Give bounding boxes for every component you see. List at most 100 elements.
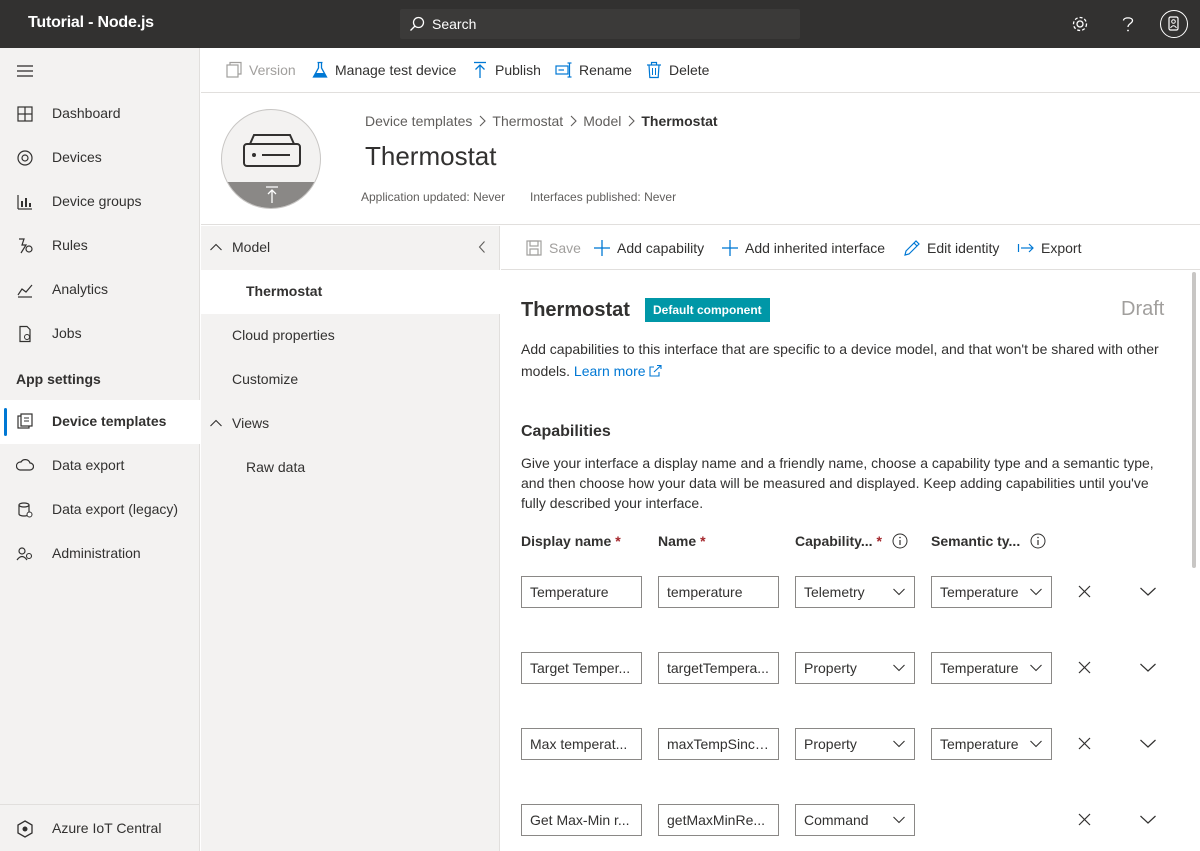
left-nav: Dashboard Devices Device groups Rules An… <box>0 48 200 851</box>
nav-item-device-templates[interactable]: Device templates <box>0 400 200 444</box>
trash-icon <box>645 61 663 79</box>
name-field[interactable]: temperature <box>658 576 779 608</box>
delete-button[interactable]: Delete <box>645 61 709 79</box>
rules-icon <box>16 237 34 255</box>
required-mark: * <box>615 533 621 549</box>
upload-image-bar[interactable] <box>222 182 320 208</box>
app-title[interactable]: Tutorial - Node.js <box>28 14 154 32</box>
content-scrollbar[interactable] <box>1192 272 1196 568</box>
info-icon[interactable] <box>1030 533 1046 549</box>
search-box[interactable]: Search <box>400 9 800 39</box>
semantic-type-dropdown[interactable]: Temperature <box>931 652 1052 684</box>
breadcrumb-item[interactable]: Thermostat <box>492 113 563 129</box>
learn-more-link[interactable]: Learn more <box>574 363 662 379</box>
save-button[interactable]: Save <box>525 239 581 257</box>
rename-button[interactable]: Rename <box>555 61 632 79</box>
administration-icon <box>16 545 34 563</box>
display-name-field[interactable]: Max temperat... <box>521 728 642 760</box>
hamburger-menu-icon[interactable] <box>16 64 34 78</box>
plus-icon <box>593 239 611 257</box>
nav-item-dashboard[interactable]: Dashboard <box>0 92 200 136</box>
version-label: Version <box>249 62 296 78</box>
nav-item-data-export[interactable]: Data export <box>0 444 200 488</box>
delete-capability-icon[interactable] <box>1077 736 1092 751</box>
name-field[interactable]: targetTempera... <box>658 652 779 684</box>
manage-test-device-button[interactable]: Manage test device <box>311 61 456 79</box>
display-name-field[interactable]: Target Temper... <box>521 652 642 684</box>
nav-footer[interactable]: Azure IoT Central <box>0 804 200 851</box>
help-icon[interactable] <box>1116 12 1140 36</box>
delete-capability-icon[interactable] <box>1077 812 1092 827</box>
display-name-field[interactable]: Get Max-Min r... <box>521 804 642 836</box>
nav-item-device-groups[interactable]: Device groups <box>0 180 200 224</box>
publish-button[interactable]: Publish <box>471 61 541 79</box>
edit-identity-button[interactable]: Edit identity <box>903 239 999 257</box>
chevron-up-icon[interactable] <box>209 242 223 252</box>
user-avatar-icon[interactable] <box>1160 10 1188 38</box>
export-button[interactable]: Export <box>1017 239 1081 257</box>
name-field[interactable]: maxTempSince... <box>658 728 779 760</box>
nav-item-rules[interactable]: Rules <box>0 224 200 268</box>
nav-item-devices[interactable]: Devices <box>0 136 200 180</box>
status-badge: Draft <box>1121 298 1165 320</box>
nav-label: Devices <box>52 149 102 165</box>
expand-row-chevron-icon[interactable] <box>1139 738 1157 749</box>
version-button[interactable]: Version <box>225 61 296 79</box>
breadcrumb-item[interactable]: Model <box>583 113 621 129</box>
expand-row-chevron-icon[interactable] <box>1139 814 1157 825</box>
tree-item-customize[interactable]: Customize <box>201 358 500 402</box>
chevron-down-icon <box>1029 739 1043 749</box>
tree-item-raw-data[interactable]: Raw data <box>201 446 500 490</box>
breadcrumb-item[interactable]: Device templates <box>365 113 472 129</box>
semantic-type-dropdown[interactable]: Temperature <box>931 576 1052 608</box>
iot-central-logo-icon <box>16 820 34 838</box>
chevron-down-icon <box>1029 663 1043 673</box>
semantic-type-dropdown[interactable]: Temperature <box>931 728 1052 760</box>
add-inherited-interface-button[interactable]: Add inherited interface <box>721 239 885 257</box>
tree-item-thermostat[interactable]: Thermostat <box>201 270 500 314</box>
info-icon[interactable] <box>892 533 908 549</box>
nav-label: Device templates <box>52 413 167 429</box>
breadcrumb-current: Thermostat <box>641 113 718 129</box>
settings-icon[interactable] <box>1068 12 1092 36</box>
capability-type-dropdown[interactable]: Command <box>795 804 915 836</box>
nav-label: Rules <box>52 237 88 253</box>
nav-item-analytics[interactable]: Analytics <box>0 268 200 312</box>
data-export-legacy-icon <box>16 501 34 519</box>
nav-item-jobs[interactable]: Jobs <box>0 312 200 356</box>
nav-label: Dashboard <box>52 105 121 121</box>
tree-item-cloud-properties[interactable]: Cloud properties <box>201 314 500 358</box>
device-template-image[interactable] <box>221 109 321 209</box>
expand-row-chevron-icon[interactable] <box>1139 586 1157 597</box>
dropdown-value: Temperature <box>940 736 1019 752</box>
capability-type-dropdown[interactable]: Property <box>795 652 915 684</box>
version-icon <box>225 61 243 79</box>
nav-item-administration[interactable]: Administration <box>0 532 200 576</box>
nav-item-data-export-legacy[interactable]: Data export (legacy) <box>0 488 200 532</box>
tree-item-model[interactable]: Model <box>201 226 500 270</box>
page-title: Thermostat <box>365 141 497 171</box>
name-field[interactable]: getMaxMinRe... <box>658 804 779 836</box>
column-label: Name <box>658 533 697 549</box>
required-mark: * <box>700 533 706 549</box>
tree-item-views[interactable]: Views <box>201 402 500 446</box>
expand-row-chevron-icon[interactable] <box>1139 662 1157 673</box>
editor-toolbar: Save Add capability Add inherited interf… <box>501 226 1200 270</box>
capabilities-heading: Capabilities <box>521 423 611 440</box>
nav-label: Administration <box>52 545 141 561</box>
tree-label: Cloud properties <box>232 327 335 343</box>
delete-capability-icon[interactable] <box>1077 660 1092 675</box>
delete-capability-icon[interactable] <box>1077 584 1092 599</box>
capability-type-dropdown[interactable]: Telemetry <box>795 576 915 608</box>
chevron-down-icon <box>892 587 906 597</box>
add-capability-button[interactable]: Add capability <box>593 239 704 257</box>
chevron-down-icon <box>1029 587 1043 597</box>
chevron-up-icon[interactable] <box>209 418 223 428</box>
interfaces-published-status: Interfaces published: Never <box>530 190 677 204</box>
display-name-field[interactable]: Temperature <box>521 576 642 608</box>
rename-label: Rename <box>579 62 632 78</box>
collapse-panel-icon[interactable] <box>477 240 487 254</box>
column-label: Capability... <box>795 533 873 549</box>
capability-type-dropdown[interactable]: Property <box>795 728 915 760</box>
template-tree: Model Thermostat Cloud properties Custom… <box>201 226 500 851</box>
